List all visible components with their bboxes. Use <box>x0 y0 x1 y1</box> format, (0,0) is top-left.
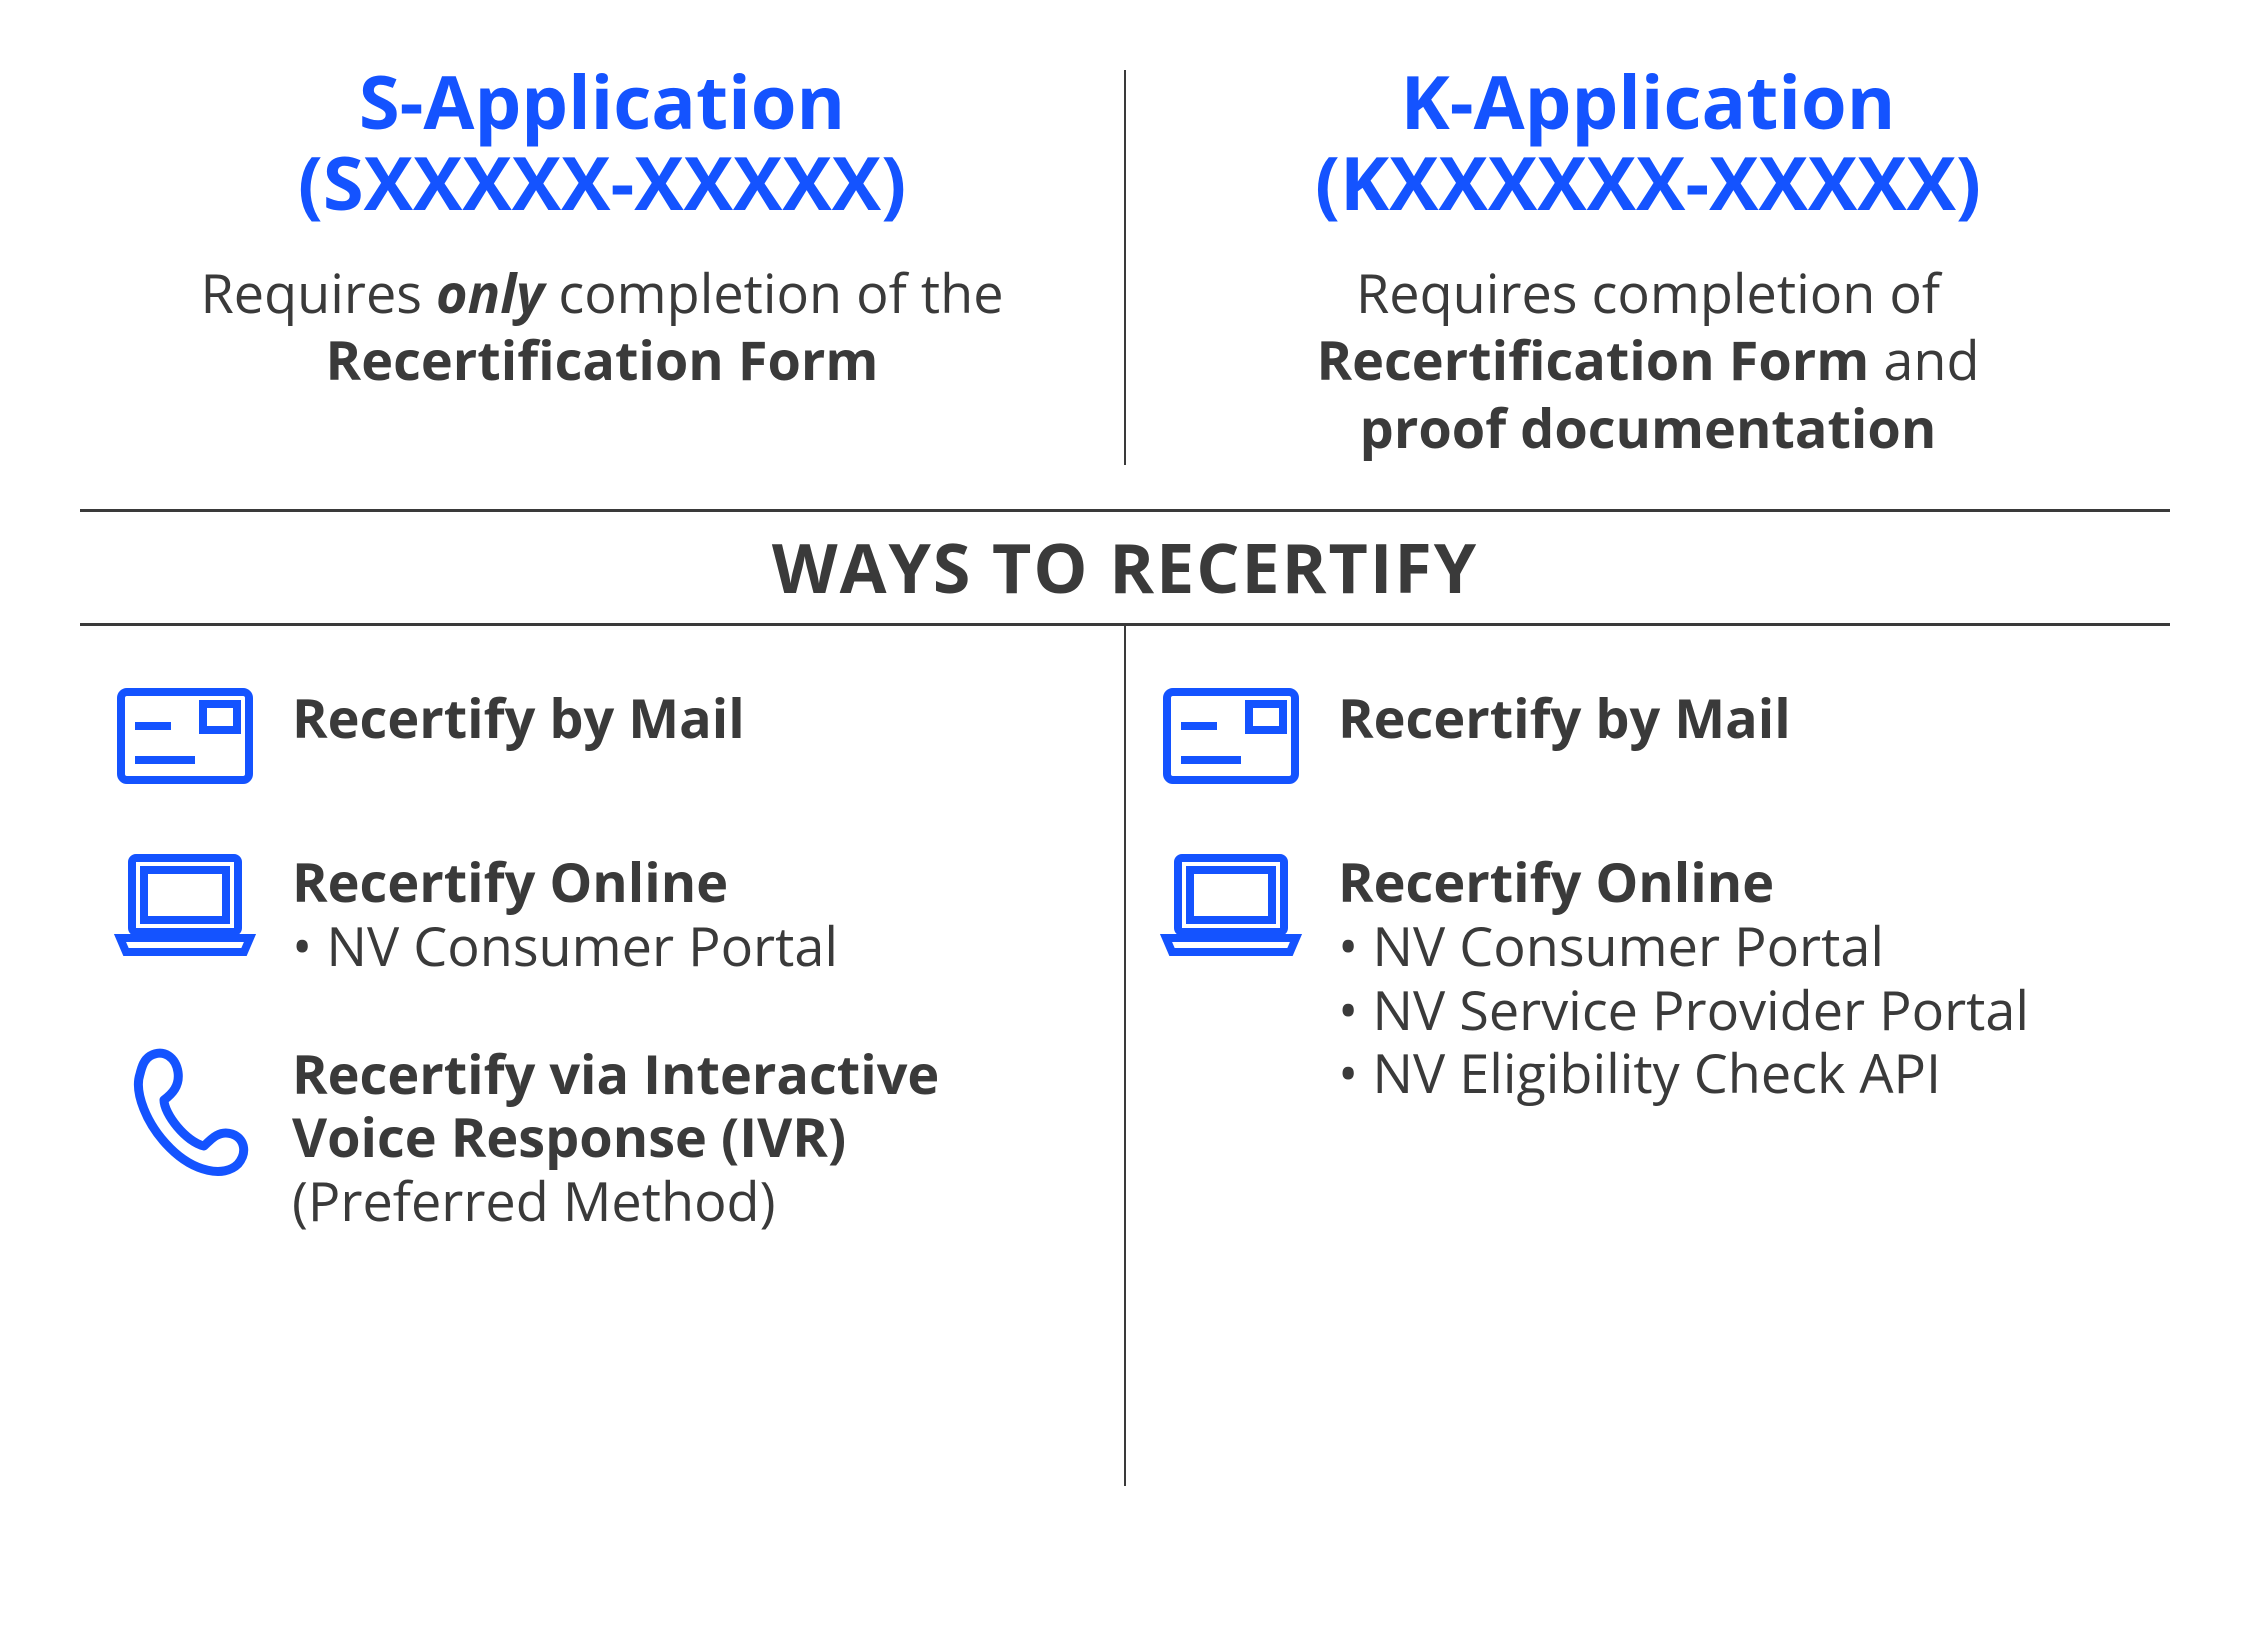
k-application-title: K-Application (KXXXXXX-XXXXX) <box>1166 60 2130 223</box>
method-online: Recertify Online • NV Consumer Portal • … <box>1156 850 2140 1105</box>
method-ivr-text: Recertify via Interactive Voice Response… <box>292 1042 939 1233</box>
s-application-column: S-Application (SXXXXX-XXXXX) Requires on… <box>80 60 1124 461</box>
mail-icon <box>110 686 260 786</box>
phone-icon <box>110 1042 260 1182</box>
method-mail: Recertify by Mail <box>1156 686 2140 786</box>
ways-to-recertify-heading: WAYS TO RECERTIFY <box>80 512 2170 623</box>
mail-icon <box>1156 686 1306 786</box>
section-title-wrap: WAYS TO RECERTIFY <box>80 509 2170 626</box>
page: S-Application (SXXXXX-XXXXX) Requires on… <box>0 0 2250 1650</box>
s-application-title: S-Application (SXXXXX-XXXXX) <box>120 60 1084 223</box>
method-online-text: Recertify Online • NV Consumer Portal • … <box>1338 850 2029 1105</box>
k-app-methods: Recertify by Mail Recertify Online • NV … <box>1126 626 2170 1486</box>
k-application-description: Requires completion of Recertification F… <box>1166 259 2130 462</box>
method-ivr-sub: (Preferred Method) <box>292 1163 776 1237</box>
laptop-icon <box>110 850 260 960</box>
s-app-methods: Recertify by Mail Recertify Online • NV … <box>80 626 1124 1486</box>
recert-form-bold: Recertification Form <box>1316 322 1869 396</box>
method-ivr: Recertify via Interactive Voice Response… <box>110 1042 1094 1233</box>
method-mail-title: Recertify by Mail <box>1338 680 1791 754</box>
method-online: Recertify Online • NV Consumer Portal <box>110 850 1094 977</box>
method-online-text: Recertify Online • NV Consumer Portal <box>292 850 838 977</box>
method-mail-text: Recertify by Mail <box>292 686 745 750</box>
k-application-column: K-Application (KXXXXXX-XXXXX) Requires c… <box>1126 60 2170 461</box>
s-app-title-line2: (SXXXXX-XXXXX) <box>298 131 906 232</box>
method-mail-text: Recertify by Mail <box>1338 686 1791 750</box>
recert-form-bold: Recertification Form <box>326 322 879 396</box>
laptop-icon <box>1156 850 1306 960</box>
application-types-row: S-Application (SXXXXX-XXXXX) Requires on… <box>80 60 2170 461</box>
method-online-sub3: • NV Eligibility Check API <box>1338 1035 1941 1109</box>
methods-row: Recertify by Mail Recertify Online • NV … <box>80 626 2170 1486</box>
k-app-title-line2: (KXXXXXX-XXXXX) <box>1315 131 1981 232</box>
proof-doc-bold: proof documentation <box>1360 390 1937 464</box>
s-application-description: Requires only completion of the Recertif… <box>120 259 1084 394</box>
emphasis-only: only <box>436 255 544 329</box>
method-mail-title: Recertify by Mail <box>292 680 745 754</box>
method-mail: Recertify by Mail <box>110 686 1094 786</box>
method-online-sub1: • NV Consumer Portal <box>292 908 838 982</box>
